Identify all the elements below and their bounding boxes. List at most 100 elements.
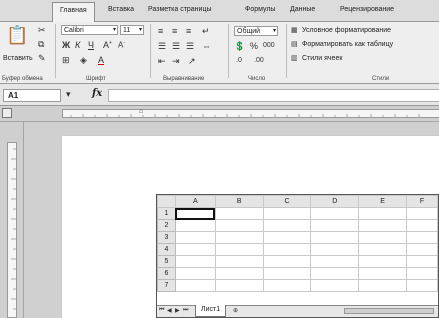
column-header[interactable]: A (174, 195, 216, 208)
percent-icon[interactable]: % (250, 42, 258, 51)
row-header[interactable]: 3 (157, 231, 176, 244)
increase-decimal-icon[interactable]: .0 (236, 57, 242, 64)
last-sheet-icon[interactable]: ⏭ (183, 307, 188, 314)
thousands-icon[interactable]: 000 (263, 42, 275, 49)
first-sheet-icon[interactable]: ⏮ (159, 307, 164, 314)
cell-styles-icon[interactable]: ▥ (291, 55, 298, 62)
cell[interactable] (262, 255, 312, 268)
grow-font-icon[interactable]: A+ (103, 41, 112, 50)
align-bottom-icon[interactable]: ≡ (186, 27, 191, 36)
cell[interactable] (174, 267, 216, 280)
cell[interactable] (214, 219, 264, 232)
prev-sheet-icon[interactable]: ◀ (167, 307, 172, 314)
tab-review[interactable]: Рецензирование (340, 6, 394, 13)
name-box-dropdown-icon[interactable]: ▾ (66, 90, 71, 99)
cell[interactable] (174, 219, 216, 232)
scissors-icon[interactable]: ✂ (38, 26, 46, 35)
select-all-corner[interactable] (157, 195, 176, 208)
cell[interactable] (358, 207, 408, 220)
fill-color-icon[interactable]: ◈ (80, 56, 87, 65)
cell[interactable] (406, 255, 438, 268)
conditional-format-icon[interactable]: ▦ (291, 27, 298, 34)
underline-icon[interactable]: Ч (88, 41, 94, 50)
currency-icon[interactable]: 💲 (234, 42, 245, 51)
row-header[interactable]: 4 (157, 243, 176, 256)
align-left-icon[interactable]: ☰ (158, 42, 166, 51)
shrink-font-icon[interactable]: A- (118, 41, 125, 50)
font-name-combo[interactable]: Calibri ▾ (61, 25, 118, 35)
paste-icon[interactable]: 📋 (6, 26, 28, 44)
format-as-table-button[interactable]: Форматировать как таблицу (302, 41, 393, 48)
column-header[interactable]: D (310, 195, 360, 208)
cell[interactable] (310, 219, 360, 232)
tab-formulas[interactable]: Формулы (245, 6, 275, 13)
align-right-icon[interactable]: ☰ (186, 42, 194, 51)
formula-input[interactable] (108, 89, 439, 102)
cell[interactable] (214, 279, 264, 292)
name-box[interactable]: A1 (3, 89, 61, 102)
wrap-text-icon[interactable]: ↵ (202, 27, 210, 36)
cell[interactable] (310, 255, 360, 268)
cell[interactable] (358, 255, 408, 268)
indent-marker-icon[interactable]: ⌂ (139, 108, 143, 115)
cell[interactable] (406, 219, 438, 232)
format-as-table-icon[interactable]: ▤ (291, 41, 298, 48)
row-header[interactable]: 2 (157, 219, 176, 232)
cell[interactable] (358, 279, 408, 292)
tab-home[interactable]: Главная (52, 2, 95, 23)
cell[interactable] (406, 231, 438, 244)
cell[interactable] (310, 231, 360, 244)
cell-styles-button[interactable]: Стили ячеек (302, 55, 342, 62)
orientation-icon[interactable]: ↗ (188, 57, 196, 66)
font-color-icon[interactable]: A (98, 56, 104, 65)
cell[interactable] (262, 231, 312, 244)
cell[interactable] (406, 267, 438, 280)
cell[interactable] (174, 231, 216, 244)
decrease-decimal-icon[interactable]: .00 (254, 57, 264, 64)
cell[interactable] (174, 255, 216, 268)
cell[interactable] (262, 279, 312, 292)
cell[interactable] (262, 207, 312, 220)
align-center-icon[interactable]: ☰ (172, 42, 180, 51)
cell[interactable] (262, 243, 312, 256)
cell[interactable] (358, 243, 408, 256)
sheet-tab[interactable]: Лист1 (195, 305, 227, 317)
cell[interactable] (262, 219, 312, 232)
cell[interactable] (310, 243, 360, 256)
column-header[interactable]: C (262, 195, 312, 208)
cell[interactable] (358, 267, 408, 280)
new-sheet-icon[interactable]: ⊕ (233, 307, 238, 314)
insert-function-icon[interactable]: fx (92, 88, 102, 99)
borders-icon[interactable]: ⊞ (62, 56, 70, 65)
column-header[interactable]: F (406, 195, 438, 208)
horizontal-scrollbar[interactable] (344, 308, 434, 314)
cell[interactable] (358, 231, 408, 244)
merge-icon[interactable]: ⇔ (202, 42, 211, 51)
italic-icon[interactable]: К (75, 41, 80, 50)
cell[interactable] (310, 207, 360, 220)
next-sheet-icon[interactable]: ▶ (175, 307, 180, 314)
conditional-formatting-button[interactable]: Условное форматирование (302, 27, 391, 34)
column-header[interactable]: E (358, 195, 408, 208)
increase-indent-icon[interactable]: ⇥ (172, 57, 180, 66)
cell[interactable] (214, 207, 264, 220)
tab-data[interactable]: Данные (290, 6, 315, 13)
cell[interactable] (406, 207, 438, 220)
row-header[interactable]: 5 (157, 255, 176, 268)
active-cell[interactable] (174, 207, 216, 220)
cell[interactable] (214, 255, 264, 268)
decrease-indent-icon[interactable]: ⇤ (158, 57, 166, 66)
cell[interactable] (310, 279, 360, 292)
number-format-combo[interactable]: Общий ▾ (234, 26, 278, 36)
cell[interactable] (174, 279, 216, 292)
bold-icon[interactable]: Ж (62, 41, 70, 50)
cell[interactable] (214, 267, 264, 280)
cell[interactable] (358, 219, 408, 232)
row-header[interactable]: 7 (157, 279, 176, 292)
tab-insert[interactable]: Вставка (108, 6, 134, 13)
row-header[interactable]: 6 (157, 267, 176, 280)
brush-icon[interactable]: ✎ (38, 54, 46, 63)
cell[interactable] (174, 243, 216, 256)
column-header[interactable]: B (214, 195, 264, 208)
paste-button[interactable]: Вставить (3, 55, 33, 62)
